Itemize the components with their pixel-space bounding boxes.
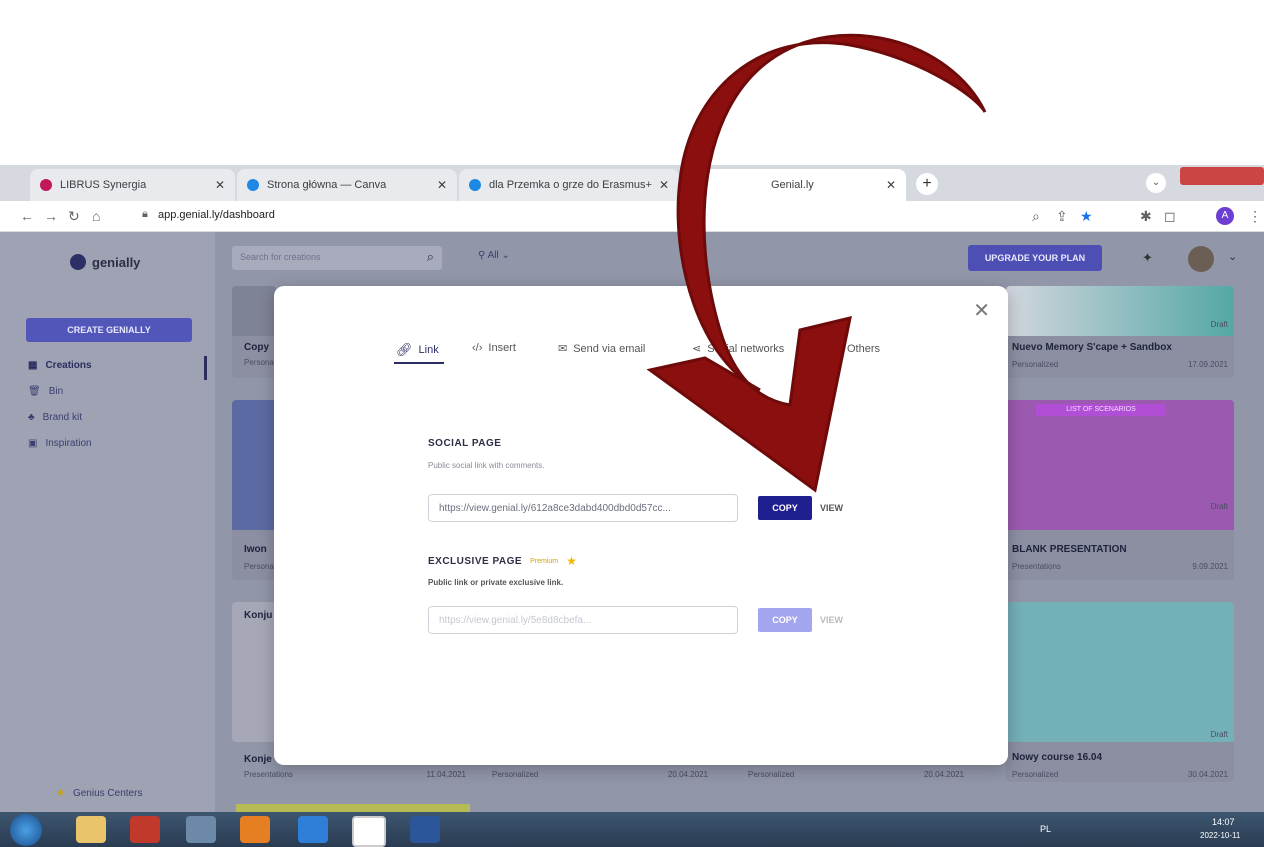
start-button[interactable] — [10, 814, 42, 846]
file-explorer-icon[interactable] — [76, 816, 106, 843]
red-arrow-annotation — [646, 33, 987, 493]
arrow-shape — [646, 33, 987, 493]
acrobat-icon[interactable] — [130, 816, 160, 843]
internet-explorer-icon[interactable] — [298, 816, 328, 843]
language-indicator[interactable]: PL — [1040, 824, 1051, 834]
media-player-icon[interactable] — [240, 816, 270, 843]
network-icon[interactable] — [186, 816, 216, 843]
windows-taskbar: PL 14:07 2022-10-11 — [0, 812, 1264, 847]
clock-time[interactable]: 14:07 — [1212, 817, 1235, 827]
chrome-icon[interactable] — [352, 816, 386, 847]
word-icon[interactable] — [410, 816, 440, 843]
clock-date[interactable]: 2022-10-11 — [1200, 831, 1240, 840]
